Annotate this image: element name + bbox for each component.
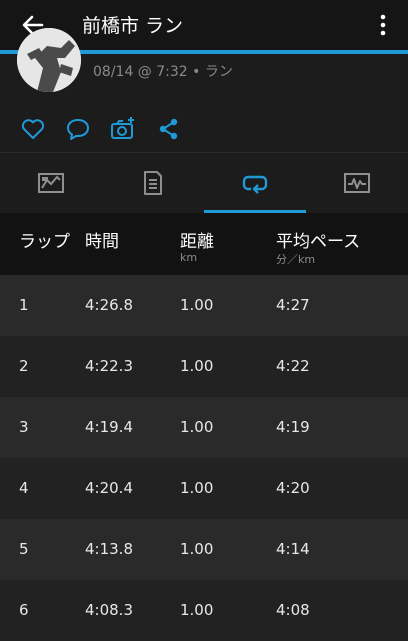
table-row[interactable]: 4 4:20.4 1.00 4:20 — [0, 458, 408, 519]
lap-number: 1 — [19, 296, 29, 314]
lap-time: 4:08.3 — [85, 601, 133, 619]
more-options-icon[interactable] — [372, 12, 394, 38]
lap-number: 2 — [19, 357, 29, 375]
lap-pace: 4:19 — [276, 418, 310, 436]
comment-icon[interactable] — [65, 116, 91, 142]
lap-number: 3 — [19, 418, 29, 436]
activity-subtitle: 08/14 @ 7:32 • ラン — [93, 64, 233, 80]
avatar[interactable] — [17, 28, 81, 92]
table-row[interactable]: 5 4:13.8 1.00 4:14 — [0, 519, 408, 580]
lap-distance: 1.00 — [180, 357, 214, 375]
activity-summary: 08/14 @ 7:32 • ラン — [0, 28, 408, 152]
table-row[interactable]: 1 4:26.8 1.00 4:27 — [0, 275, 408, 336]
laps-table: 1 4:26.8 1.00 4:27 2 4:22.3 1.00 4:22 3 … — [0, 275, 408, 641]
tab-charts[interactable] — [306, 153, 408, 213]
lap-distance: 1.00 — [180, 479, 214, 497]
runner-avatar-icon — [17, 28, 81, 92]
action-bar — [0, 116, 408, 146]
lap-pace: 4:20 — [276, 479, 310, 497]
table-row[interactable]: 6 4:08.3 1.00 4:08 — [0, 580, 408, 641]
lap-number: 4 — [19, 479, 29, 497]
lap-pace: 4:22 — [276, 357, 310, 375]
lap-loop-icon — [242, 175, 268, 194]
distance-unit: km — [180, 251, 198, 264]
lap-distance: 1.00 — [180, 296, 214, 314]
table-header: ラップ 時間 距離 km 平均ペース 分／km — [0, 213, 408, 275]
lap-pace: 4:14 — [276, 540, 310, 558]
add-photo-icon[interactable] — [110, 116, 136, 142]
column-header-lap: ラップ — [19, 232, 70, 252]
lap-number: 5 — [19, 540, 29, 558]
document-icon — [144, 171, 162, 195]
page-title: 前橋市 ラン — [82, 15, 184, 37]
map-icon — [38, 173, 64, 193]
lap-distance: 1.00 — [180, 418, 214, 436]
lap-time: 4:13.8 — [85, 540, 133, 558]
tab-laps[interactable] — [204, 153, 306, 213]
lap-distance: 1.00 — [180, 601, 214, 619]
lap-number: 6 — [19, 601, 29, 619]
chart-icon — [344, 173, 370, 193]
share-icon[interactable] — [156, 116, 182, 142]
lap-pace: 4:27 — [276, 296, 310, 314]
like-heart-icon[interactable] — [20, 116, 46, 142]
tab-bar — [0, 153, 408, 213]
column-header-distance: 距離 — [180, 232, 214, 252]
lap-time: 4:22.3 — [85, 357, 133, 375]
lap-pace: 4:08 — [276, 601, 310, 619]
tab-details[interactable] — [102, 153, 204, 213]
table-row[interactable]: 2 4:22.3 1.00 4:22 — [0, 336, 408, 397]
pace-unit: 分／km — [276, 253, 316, 266]
table-row[interactable]: 3 4:19.4 1.00 4:19 — [0, 397, 408, 458]
column-header-time: 時間 — [85, 232, 119, 252]
lap-distance: 1.00 — [180, 540, 214, 558]
lap-time: 4:20.4 — [85, 479, 133, 497]
column-header-pace: 平均ペース — [276, 232, 361, 252]
lap-time: 4:26.8 — [85, 296, 133, 314]
tab-overview[interactable] — [0, 153, 102, 213]
lap-time: 4:19.4 — [85, 418, 133, 436]
